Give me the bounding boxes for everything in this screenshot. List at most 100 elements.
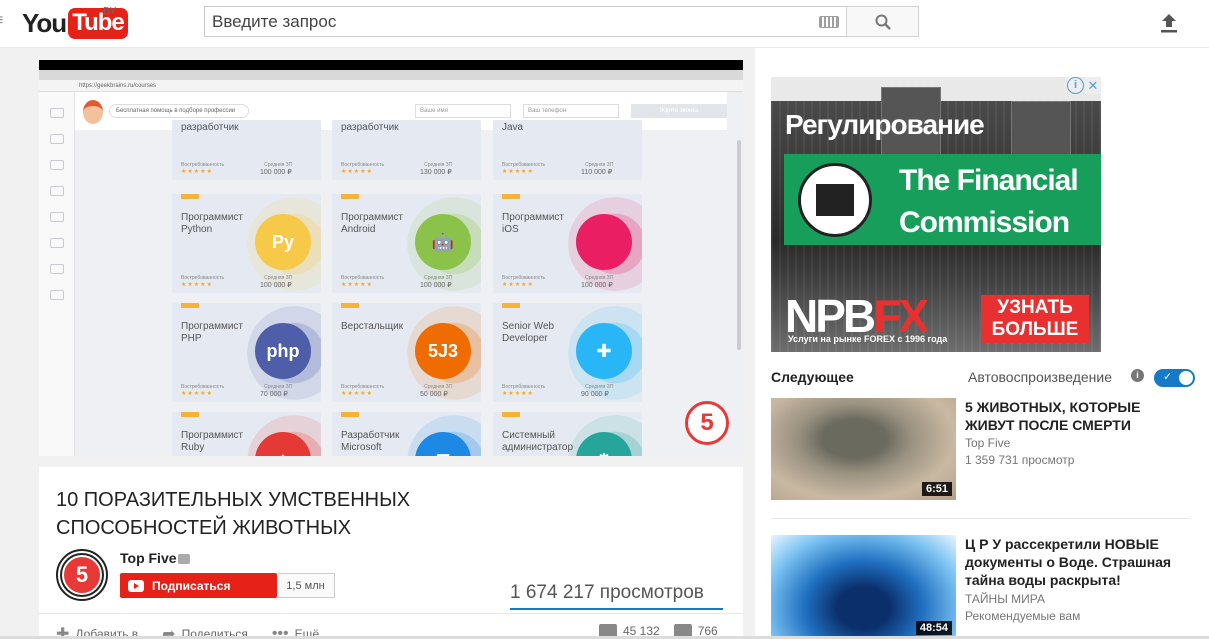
autoplay-toggle[interactable]: ✓ xyxy=(1154,369,1195,387)
ad-close-icon[interactable]: ✕ xyxy=(1085,77,1101,94)
rec-thumbnail[interactable]: 6:51 xyxy=(771,398,956,500)
ad-info-icon[interactable]: i xyxy=(1067,77,1084,94)
course-price: 70 000 ₽ xyxy=(260,391,288,398)
frame-name-input: Ваше имя xyxy=(415,104,511,118)
course-badge xyxy=(341,412,359,417)
subscribe-label: Подписаться xyxy=(152,578,231,593)
frame-sidebar-item xyxy=(49,108,64,118)
subscribe-button[interactable]: Подписаться xyxy=(120,573,277,598)
course-title: Программист PHP xyxy=(181,321,243,344)
views-underline xyxy=(510,608,723,610)
ad-building xyxy=(1011,101,1071,161)
frame-sidebar-item xyxy=(49,238,64,248)
course-title: Разработчик Microsoft xyxy=(341,430,400,453)
course-title: Программист Android xyxy=(341,212,403,235)
course-title: Верстальщик xyxy=(341,321,404,332)
course-price: 110 000 ₽ xyxy=(581,169,613,176)
video-player[interactable]: https://geekbrains.ru/courses Бесплатная… xyxy=(39,60,743,456)
rec-views: Рекомендуемые вам xyxy=(965,609,1081,623)
masthead: ≡ You Tube BY xyxy=(0,0,1209,48)
frame-submit-button: Ждите звонка xyxy=(631,104,727,118)
course-logo-icon: php xyxy=(255,323,311,379)
course-title: Программист Ruby xyxy=(181,430,243,453)
video-info: 10 ПОРАЗИТЕЛЬНЫХ УМСТВЕННЫХ СПОСОБНОСТЕЙ… xyxy=(39,467,743,639)
rating-stars: ★★★★★ xyxy=(181,169,213,175)
autoplay-label: Автовоспроизведение xyxy=(968,369,1113,385)
upload-icon[interactable] xyxy=(1158,12,1180,34)
course-price: 90 000 ₽ xyxy=(581,391,609,398)
course-badge xyxy=(341,303,359,308)
rating-stars: ★★★★★ xyxy=(341,282,373,288)
frame-course-card: ✚ Senior Web Developer Востребованность Сре… xyxy=(493,303,642,402)
frame-browser-tabs xyxy=(39,70,743,80)
channel-name[interactable]: Top Five xyxy=(120,550,177,566)
course-badge xyxy=(181,194,199,199)
frame-course-card: Java Востребованность Средняя ЗП ★★★★★ 110 0… xyxy=(493,120,642,180)
course-logo-icon xyxy=(576,214,632,270)
video-frame: https://geekbrains.ru/courses Бесплатная… xyxy=(39,70,743,456)
course-price: 100 000 ₽ xyxy=(260,282,292,289)
course-badge xyxy=(502,194,520,199)
financial-commission-seal-icon xyxy=(798,163,872,237)
ad-cta-button[interactable]: УЗНАТЬ БОЛЬШЕ xyxy=(981,295,1089,343)
frame-course-card: ⊞Разработчик MicrosoftВостребованностьСр… xyxy=(332,412,481,456)
subscriber-count: 1,5 млн xyxy=(277,573,335,598)
channel-avatar[interactable]: 5 xyxy=(56,549,108,601)
course-title: Системный администратор xyxy=(502,430,574,453)
search-box xyxy=(204,6,847,37)
divider xyxy=(39,613,743,614)
course-logo-icon: ✚ xyxy=(576,323,632,379)
ad-banner[interactable]: Регулирование The Financial Commission N… xyxy=(771,77,1101,352)
info-icon[interactable]: i xyxy=(1131,369,1144,382)
channel-watermark[interactable]: 5 xyxy=(685,401,729,445)
search-icon xyxy=(875,14,891,30)
course-title: Программист iOS xyxy=(502,212,564,235)
divider xyxy=(771,518,1191,519)
up-next-label: Следующее xyxy=(771,369,854,385)
rec-title[interactable]: 5 ЖИВОТНЫХ, КОТОРЫЕ ЖИВУТ ПОСЛЕ СМЕРТИ xyxy=(965,398,1191,434)
course-logo-icon: 🤖 xyxy=(415,214,471,270)
course-price: 100 000 ₽ xyxy=(581,282,613,289)
recommendation-item[interactable]: 6:51 5 ЖИВОТНЫХ, КОТОРЫЕ ЖИВУТ ПОСЛЕ СМЕ… xyxy=(771,398,1191,500)
toggle-knob xyxy=(1179,371,1193,385)
frame-course-card: 5J3 Верстальщик Востребованность Средняя ЗП… xyxy=(332,303,481,402)
course-price: 50 000 ₽ xyxy=(420,391,448,398)
frame-sidebar xyxy=(39,92,75,456)
logo-you-text: You xyxy=(22,7,67,38)
frame-course-card: ⚙Системный администраторВостребованность… xyxy=(493,412,642,456)
rating-stars: ★★★★★ xyxy=(502,282,534,288)
course-badge xyxy=(502,303,520,308)
rating-stars: ★★★★★ xyxy=(181,391,213,397)
search-input[interactable] xyxy=(205,7,805,36)
ad-green-panel: The Financial Commission xyxy=(784,154,1101,245)
watch-sidebar: Регулирование The Financial Commission N… xyxy=(755,48,1209,639)
frame-course-card: Программист iOS Востребованность Средняя З… xyxy=(493,194,642,293)
course-badge xyxy=(341,194,359,199)
search-button[interactable] xyxy=(846,6,919,37)
frame-phone-input: Ваш телефон xyxy=(523,104,619,118)
frame-course-card: php Программист PHP Востребованность Средня… xyxy=(172,303,321,402)
course-price: 100 000 ₽ xyxy=(420,282,452,289)
frame-help-bubble: Бесплатная помощь в подборе профессии xyxy=(109,104,249,118)
rating-stars: ★★★★★ xyxy=(341,391,373,397)
keyboard-icon[interactable] xyxy=(819,16,839,28)
frame-sidebar-item xyxy=(49,134,64,144)
verified-icon xyxy=(178,554,190,564)
course-logo-icon: Py xyxy=(255,214,311,270)
course-badge xyxy=(181,412,199,417)
recommendation-item[interactable]: 48:54 Ц Р У рассекретили НОВЫЕ документы… xyxy=(771,535,1191,639)
frame-sidebar-item xyxy=(49,212,64,222)
course-logo-icon: 5J3 xyxy=(415,323,471,379)
course-title: разработчик xyxy=(341,122,399,133)
check-icon: ✓ xyxy=(1163,371,1173,383)
course-title: Программист Python xyxy=(181,212,243,235)
course-title: разработчик xyxy=(181,122,239,133)
rec-title[interactable]: Ц Р У рассекретили НОВЫЕ документы о Вод… xyxy=(965,535,1191,589)
guide-menu-icon[interactable]: ≡ xyxy=(0,12,3,30)
frame-course-card: разработчик Востребованность Средняя ЗП ★★★… xyxy=(172,120,321,180)
frame-course-card: 🤖 Программист Android Востребованность Сред… xyxy=(332,194,481,293)
frame-sidebar-item xyxy=(49,186,64,196)
rec-thumbnail[interactable]: 48:54 xyxy=(771,535,956,639)
frame-scrollbar xyxy=(737,140,741,350)
frame-course-card: разработчик Востребованность Средняя ЗП ★★★… xyxy=(332,120,481,180)
